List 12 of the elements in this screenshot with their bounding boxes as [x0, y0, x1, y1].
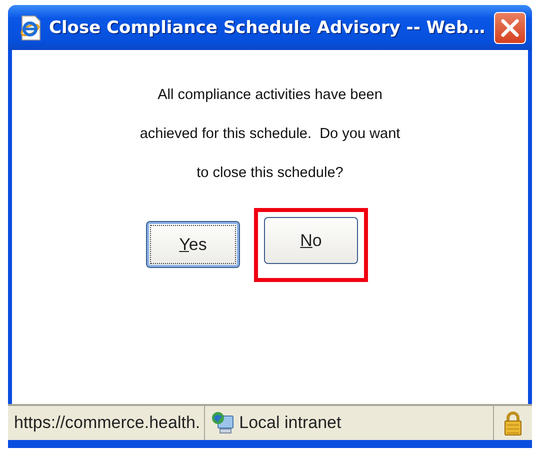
computer-globe-icon [211, 411, 236, 435]
message-text: achieved for this schedule. Do you want [140, 125, 400, 144]
dialog-button[interactable]: No [264, 217, 358, 264]
window-title: Close Compliance Schedule Advisory -- Web… [49, 18, 486, 38]
status-url: https://commerce.health. [8, 406, 206, 440]
message-text: to close this schedule? [196, 164, 344, 183]
message-text: All compliance activities have been [158, 86, 382, 105]
browser-page-icon [18, 14, 42, 40]
close-button[interactable] [494, 12, 526, 44]
close-icon [500, 18, 520, 38]
security-zone-text: Local intranet [239, 413, 342, 433]
dialog-button[interactable]: Yes [146, 221, 240, 268]
